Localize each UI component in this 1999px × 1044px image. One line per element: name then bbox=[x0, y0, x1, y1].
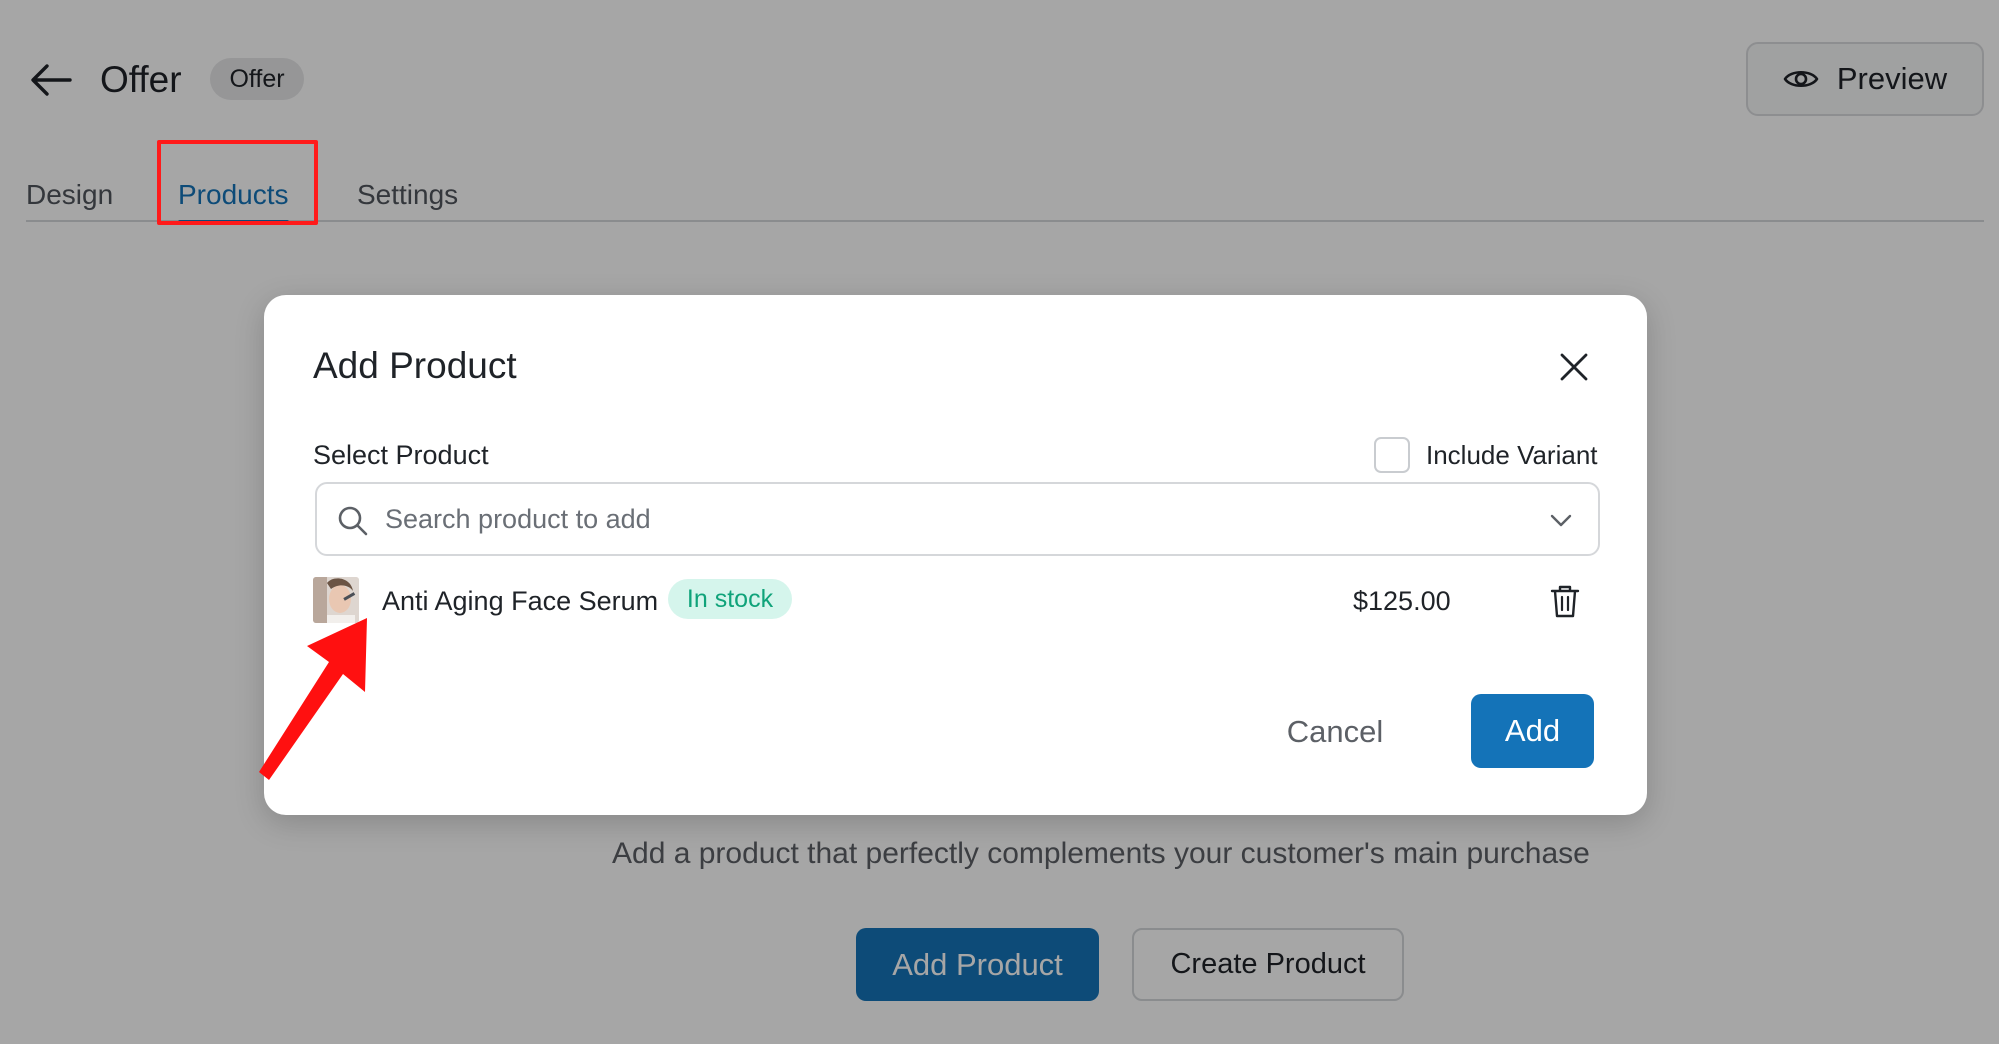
add-product-modal: Add Product Select Product Include Varia… bbox=[264, 295, 1647, 815]
select-product-label: Select Product bbox=[313, 440, 489, 470]
add-button[interactable]: Add bbox=[1471, 694, 1594, 768]
include-variant-label[interactable]: Include Variant bbox=[1426, 435, 1598, 475]
products-tab-highlight bbox=[157, 140, 318, 225]
close-icon bbox=[1560, 353, 1588, 381]
chevron-down-icon[interactable] bbox=[1549, 508, 1573, 532]
close-button[interactable] bbox=[1554, 347, 1594, 387]
search-input[interactable] bbox=[385, 494, 1515, 544]
trash-icon bbox=[1550, 585, 1580, 618]
modal-title: Add Product bbox=[313, 345, 517, 386]
selected-product-row: Anti Aging Face Serum In stock $125.00 bbox=[313, 573, 1603, 629]
stock-status-badge: In stock bbox=[668, 579, 792, 619]
product-search-select[interactable] bbox=[315, 482, 1600, 556]
include-variant-checkbox[interactable] bbox=[1374, 437, 1410, 473]
delete-product-button[interactable] bbox=[1547, 581, 1583, 621]
product-name: Anti Aging Face Serum bbox=[382, 586, 659, 616]
cancel-button[interactable]: Cancel bbox=[1274, 696, 1396, 768]
product-price: $125.00 bbox=[1353, 586, 1451, 616]
search-icon bbox=[338, 506, 368, 536]
red-arrow-annotation bbox=[259, 618, 367, 780]
